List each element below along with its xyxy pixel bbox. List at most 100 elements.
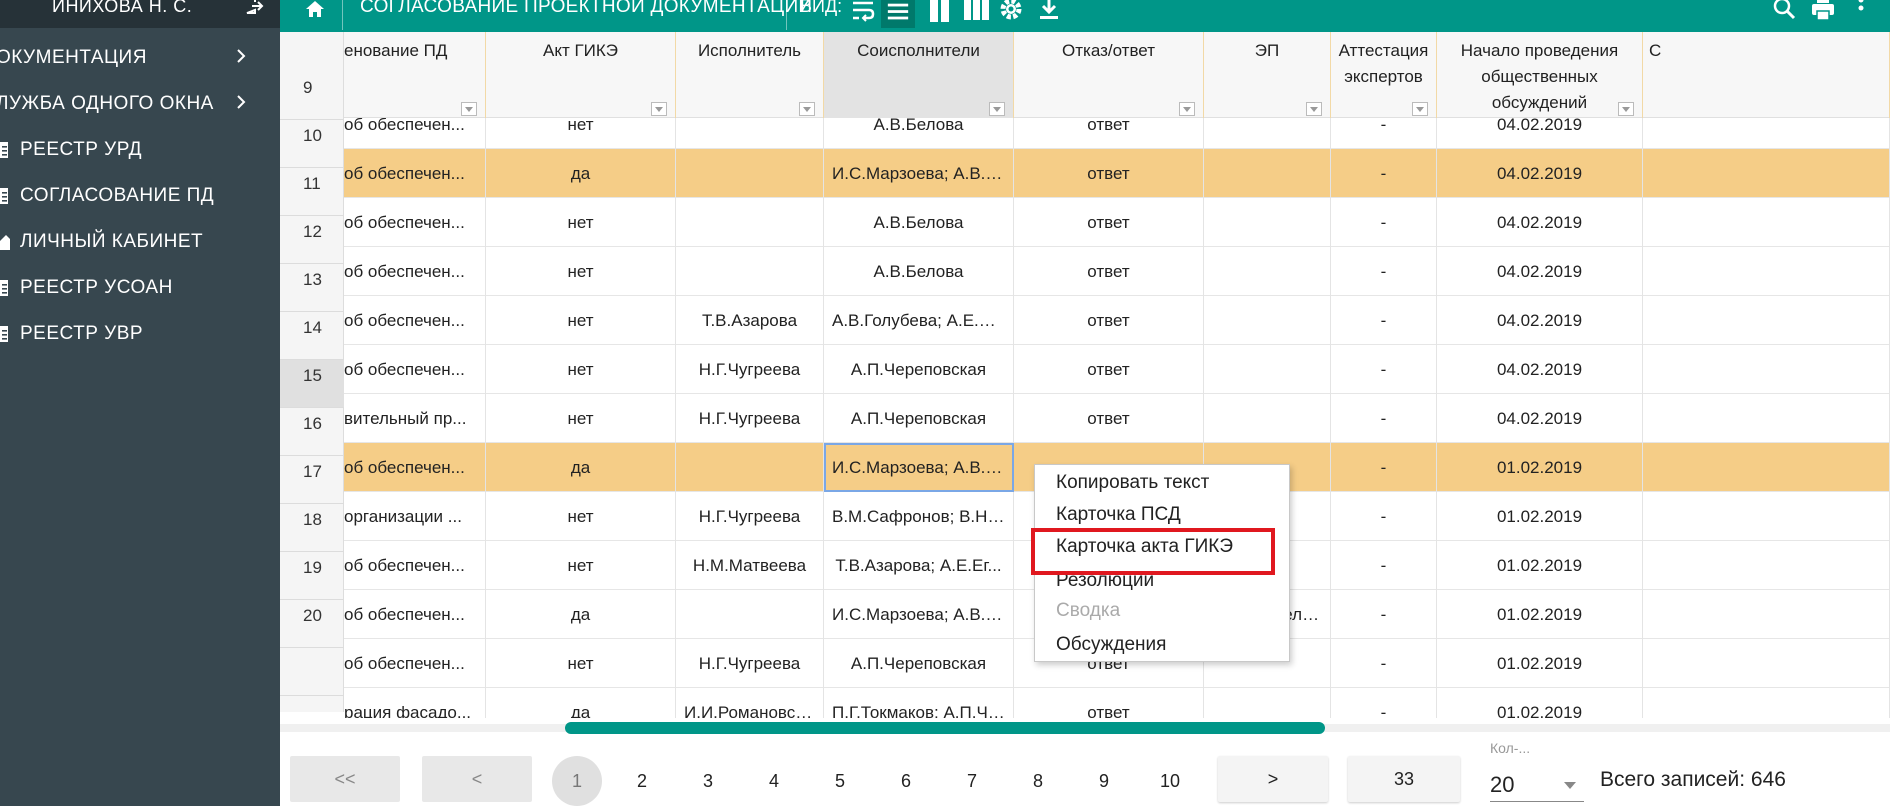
table-cell-executor[interactable]: Н.М.Матвеева: [676, 541, 824, 590]
table-cell-date[interactable]: 04.02.2019: [1437, 149, 1643, 198]
home-icon[interactable]: [304, 0, 326, 20]
page-button-5[interactable]: 5: [815, 756, 865, 806]
table-cell-coexec[interactable]: И.С.Марзоева; А.В.Б...: [824, 590, 1014, 639]
table-cell-act[interactable]: да: [486, 688, 676, 718]
table-cell-answer[interactable]: ответ: [1014, 118, 1204, 149]
table-cell-executor[interactable]: [676, 590, 824, 639]
page-size-select[interactable]: 20: [1490, 770, 1584, 802]
table-row[interactable]: об обеспечен... нет А.В.Белова ответ -04.02.…: [344, 118, 1890, 149]
next-page-button[interactable]: >: [1218, 756, 1328, 802]
table-cell-att[interactable]: -: [1331, 688, 1437, 718]
table-cell-name[interactable]: об обеспечен...: [344, 296, 486, 345]
table-cell-act[interactable]: нет: [486, 394, 676, 443]
table-cell-ep[interactable]: [1204, 198, 1331, 247]
table-row[interactable]: вительный пр... нет Н.Г.Чугреева А.П.Черепо…: [344, 394, 1890, 443]
table-cell-executor[interactable]: Т.В.Азарова: [676, 296, 824, 345]
more-vert-icon[interactable]: [1848, 0, 1874, 24]
table-cell-ep[interactable]: [1204, 118, 1331, 149]
table-cell-act[interactable]: да: [486, 590, 676, 639]
table-cell-name[interactable]: об обеспечен...: [344, 541, 486, 590]
table-cell-ep[interactable]: [1204, 345, 1331, 394]
column-header-8[interactable]: Начало проведения общественных обсуждени…: [1437, 32, 1643, 118]
table-cell-name[interactable]: рация фасадо...: [344, 688, 486, 718]
filter-icon[interactable]: [799, 102, 815, 116]
table-cell-date[interactable]: 01.02.2019: [1437, 639, 1643, 688]
table-cell-name[interactable]: об обеспечен...: [344, 443, 486, 492]
table-cell-executor[interactable]: Н.Г.Чугреева: [676, 639, 824, 688]
table-cell-coexec[interactable]: А.П.Череповская: [824, 394, 1014, 443]
filter-icon[interactable]: [461, 102, 477, 116]
table-cell-date[interactable]: 04.02.2019: [1437, 247, 1643, 296]
table-cell-date[interactable]: 01.02.2019: [1437, 688, 1643, 718]
filter-icon[interactable]: [989, 102, 1005, 116]
row-number[interactable]: 14: [280, 312, 344, 360]
table-cell-date[interactable]: 01.02.2019: [1437, 443, 1643, 492]
table-cell-coexec[interactable]: А.В.Голубева; А.Е.Ег...: [824, 296, 1014, 345]
table-row[interactable]: рация фасадо... да И.И.Романовская П.Г.Токм…: [344, 688, 1890, 718]
table-cell-date[interactable]: 01.02.2019: [1437, 492, 1643, 541]
sidebar-item-2[interactable]: ЛУЖБА ОДНОГО ОКНА: [0, 82, 280, 122]
first-page-button[interactable]: <<: [290, 756, 400, 802]
filter-icon[interactable]: [1306, 102, 1322, 116]
table-cell-coexec[interactable]: А.П.Череповская: [824, 639, 1014, 688]
table-cell-att[interactable]: -: [1331, 118, 1437, 149]
row-number[interactable]: 12: [280, 216, 344, 264]
table-row[interactable]: об обеспечен... нет Т.В.Азарова А.В.Голубев…: [344, 296, 1890, 345]
filter-icon[interactable]: [651, 102, 667, 116]
table-cell-name[interactable]: об обеспечен...: [344, 345, 486, 394]
table-cell-executor[interactable]: [676, 247, 824, 296]
sidebar-item-7[interactable]: РЕЕСТР УВР: [0, 312, 280, 352]
row-number[interactable]: 20: [280, 600, 344, 648]
filter-icon[interactable]: [1412, 102, 1428, 116]
page-button-8[interactable]: 8: [1013, 756, 1063, 806]
horizontal-scrollbar[interactable]: [565, 722, 1325, 734]
row-number[interactable]: 11: [280, 168, 344, 216]
table-row[interactable]: об обеспечен... нет А.В.Белова ответ -04.02.…: [344, 198, 1890, 247]
table-cell-coexec[interactable]: П.Г.Токмаков; А.П.Че...: [824, 688, 1014, 718]
table-cell-coexec[interactable]: А.В.Белова: [824, 118, 1014, 149]
column-header-4[interactable]: Соисполнители: [824, 32, 1014, 118]
table-cell-att[interactable]: -: [1331, 541, 1437, 590]
table-cell-coexec[interactable]: А.В.Белова: [824, 198, 1014, 247]
context-menu-item-1[interactable]: Копировать текст: [1035, 467, 1289, 499]
table-cell-ep[interactable]: [1204, 296, 1331, 345]
last-page-button[interactable]: 33: [1348, 756, 1460, 802]
column-header-6[interactable]: ЭП: [1204, 32, 1331, 118]
grid-view-icon[interactable]: [963, 0, 989, 24]
column-header-1[interactable]: енование ПД: [344, 32, 486, 118]
table-cell-coexec[interactable]: И.С.Марзоева; А.В.Б...: [824, 443, 1014, 492]
table-cell-att[interactable]: -: [1331, 198, 1437, 247]
filter-icon[interactable]: [1179, 102, 1195, 116]
table-cell-act[interactable]: да: [486, 149, 676, 198]
table-row[interactable]: об обеспечен... нет Н.Г.Чугреева А.П.Черепо…: [344, 345, 1890, 394]
filter-icon[interactable]: [1618, 102, 1634, 116]
table-cell-executor[interactable]: Н.Г.Чугреева: [676, 492, 824, 541]
table-cell-date[interactable]: 01.02.2019: [1437, 541, 1643, 590]
table-cell-act[interactable]: нет: [486, 639, 676, 688]
row-number[interactable]: 19: [280, 552, 344, 600]
table-cell-act[interactable]: нет: [486, 247, 676, 296]
table-cell-att[interactable]: -: [1331, 394, 1437, 443]
table-cell-answer[interactable]: ответ: [1014, 394, 1204, 443]
column-header-2[interactable]: Акт ГИКЭ: [486, 32, 676, 118]
columns-view-icon[interactable]: [927, 0, 953, 24]
row-number[interactable]: 15: [280, 360, 344, 408]
table-cell-att[interactable]: -: [1331, 247, 1437, 296]
table-row[interactable]: об обеспечен...да И.С.Марзоева; А.В.Б...о…: [344, 149, 1890, 198]
table-cell-ep[interactable]: [1204, 247, 1331, 296]
table-cell-coexec[interactable]: В.М.Сафронов; В.Н.Б...: [824, 492, 1014, 541]
table-cell-att[interactable]: -: [1331, 590, 1437, 639]
page-button-7[interactable]: 7: [947, 756, 997, 806]
table-cell-answer[interactable]: ответ: [1014, 296, 1204, 345]
table-cell-answer[interactable]: ответ: [1014, 688, 1204, 718]
table-cell-executor[interactable]: И.И.Романовская: [676, 688, 824, 718]
table-cell-att[interactable]: -: [1331, 443, 1437, 492]
gear-icon[interactable]: [998, 0, 1024, 24]
table-cell-name[interactable]: об обеспечен...: [344, 198, 486, 247]
table-cell-answer[interactable]: ответ: [1014, 345, 1204, 394]
prev-page-button[interactable]: <: [422, 756, 532, 802]
table-cell-name[interactable]: об обеспечен...: [344, 590, 486, 639]
page-button-10[interactable]: 10: [1145, 756, 1195, 806]
table-row[interactable]: об обеспечен... нет А.В.Белова ответ -04.02.…: [344, 247, 1890, 296]
column-header-7[interactable]: Аттестация экспертов: [1331, 32, 1437, 118]
